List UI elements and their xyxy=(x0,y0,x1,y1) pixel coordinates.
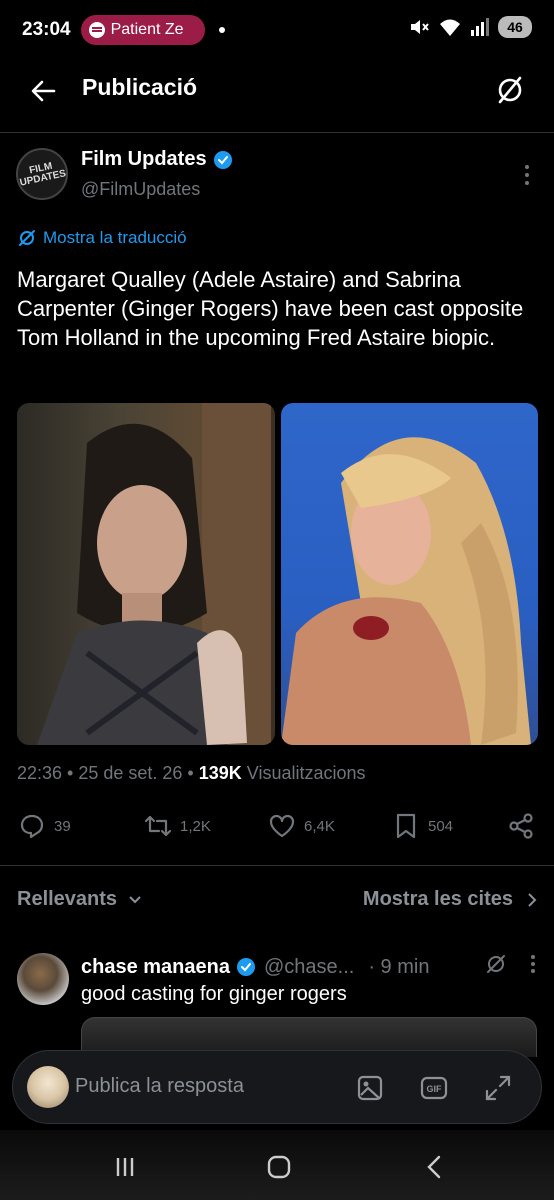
post-actions: 39 1,2K 6,4K 504 xyxy=(0,810,554,846)
translate-toggle-icon[interactable] xyxy=(494,74,526,106)
home-icon[interactable] xyxy=(264,1152,294,1182)
post-image-1[interactable] xyxy=(17,403,275,745)
bookmark-count: 504 xyxy=(428,817,454,835)
avatar-logo-text: FILM UPDATES xyxy=(18,160,68,189)
recent-apps-icon[interactable] xyxy=(110,1152,140,1182)
reply-text: good casting for ginger rogers xyxy=(81,983,347,1005)
sort-dropdown[interactable]: Rellevants xyxy=(17,888,143,911)
post-media[interactable] xyxy=(17,403,538,745)
reply-header: chase manaena @chase... · 9 min xyxy=(81,953,541,981)
mute-icon xyxy=(411,20,429,34)
more-options-icon[interactable] xyxy=(522,164,532,186)
reply-avatar[interactable] xyxy=(17,953,69,1005)
reply-composer: GIF xyxy=(12,1050,542,1124)
author-avatar[interactable]: FILM UPDATES xyxy=(16,148,68,200)
replies-sort-row: Rellevants Mostra les cites xyxy=(17,885,537,917)
author-name-text: Film Updates xyxy=(81,148,207,170)
section-divider xyxy=(0,865,554,866)
status-bar: 23:04 Patient Ze 46 xyxy=(0,0,554,60)
heart-icon xyxy=(269,814,295,838)
spotify-icon xyxy=(88,22,105,38)
repost-icon xyxy=(144,815,172,837)
like-button[interactable]: 6,4K xyxy=(268,812,335,840)
chevron-down-icon xyxy=(129,895,141,903)
reply-author-handle[interactable]: @chase... xyxy=(264,956,354,979)
repost-count: 1,2K xyxy=(180,817,211,835)
reply-count: 39 xyxy=(54,817,71,835)
share-icon xyxy=(509,813,533,839)
top-app-bar: Publicació xyxy=(0,60,554,122)
post-text: Margaret Qualley (Adele Astaire) and Sab… xyxy=(17,267,524,350)
battery-icon: 46 xyxy=(498,16,532,38)
composer-tools: GIF xyxy=(355,1073,513,1103)
reply-time: · 9 min xyxy=(368,955,430,978)
sort-label: Rellevants xyxy=(17,888,118,910)
author-handle[interactable]: @FilmUpdates xyxy=(81,179,200,200)
spotify-now-playing[interactable]: Patient Ze xyxy=(80,15,205,45)
page-title: Publicació xyxy=(82,74,198,100)
verified-badge-icon xyxy=(213,150,232,169)
back-arrow-icon[interactable] xyxy=(28,76,58,106)
reply-button[interactable]: 39 xyxy=(18,812,71,840)
views-count: 139K xyxy=(198,763,242,783)
reply-input[interactable] xyxy=(75,1075,275,1098)
spotify-track-label: Patient Ze xyxy=(110,21,184,38)
notification-dot xyxy=(218,27,225,33)
reply-icon xyxy=(20,814,44,839)
post-meta: 22:36 • 25 de set. 26 • 139K Visualitzac… xyxy=(17,763,366,784)
translate-icon xyxy=(19,230,35,246)
post-timestamp: 22:36 • 25 de set. 26 • xyxy=(17,763,199,783)
svg-text:GIF: GIF xyxy=(427,1084,443,1094)
expand-icon[interactable] xyxy=(483,1073,513,1103)
portrait-photo xyxy=(280,437,531,745)
gif-icon[interactable]: GIF xyxy=(419,1073,449,1103)
header-divider xyxy=(0,132,554,133)
show-quotes-label: Mostra les cites xyxy=(362,888,513,910)
share-button[interactable] xyxy=(507,812,535,840)
back-nav-icon[interactable] xyxy=(420,1152,450,1182)
system-navigation-bar xyxy=(0,1130,554,1200)
status-time: 23:04 xyxy=(22,19,71,40)
more-options-icon[interactable] xyxy=(529,953,537,975)
reply-header-icons xyxy=(485,953,537,975)
image-icon[interactable] xyxy=(355,1073,385,1103)
verified-badge-icon xyxy=(236,958,255,976)
bookmark-button[interactable]: 504 xyxy=(392,812,453,840)
show-quotes-link[interactable]: Mostra les cites xyxy=(363,888,537,911)
portrait-photo xyxy=(37,403,271,745)
bookmark-icon xyxy=(396,813,416,839)
wifi-icon xyxy=(440,19,460,36)
status-icons: 46 xyxy=(408,16,532,38)
post-image-2[interactable] xyxy=(280,403,538,745)
user-avatar xyxy=(27,1066,69,1108)
chevron-right-icon xyxy=(528,892,537,907)
reply-author-name[interactable]: chase manaena xyxy=(81,956,230,979)
show-translation-label: Mostra la traducció xyxy=(43,228,187,247)
signal-icon xyxy=(471,18,489,36)
author-name[interactable]: Film Updates xyxy=(81,148,233,171)
repost-button[interactable]: 1,2K xyxy=(144,812,211,840)
like-count: 6,4K xyxy=(304,817,335,835)
translate-icon[interactable] xyxy=(485,953,507,975)
views-label[interactable]: Visualitzacions xyxy=(242,763,366,783)
show-translation-link[interactable]: Mostra la traducció xyxy=(17,228,187,248)
